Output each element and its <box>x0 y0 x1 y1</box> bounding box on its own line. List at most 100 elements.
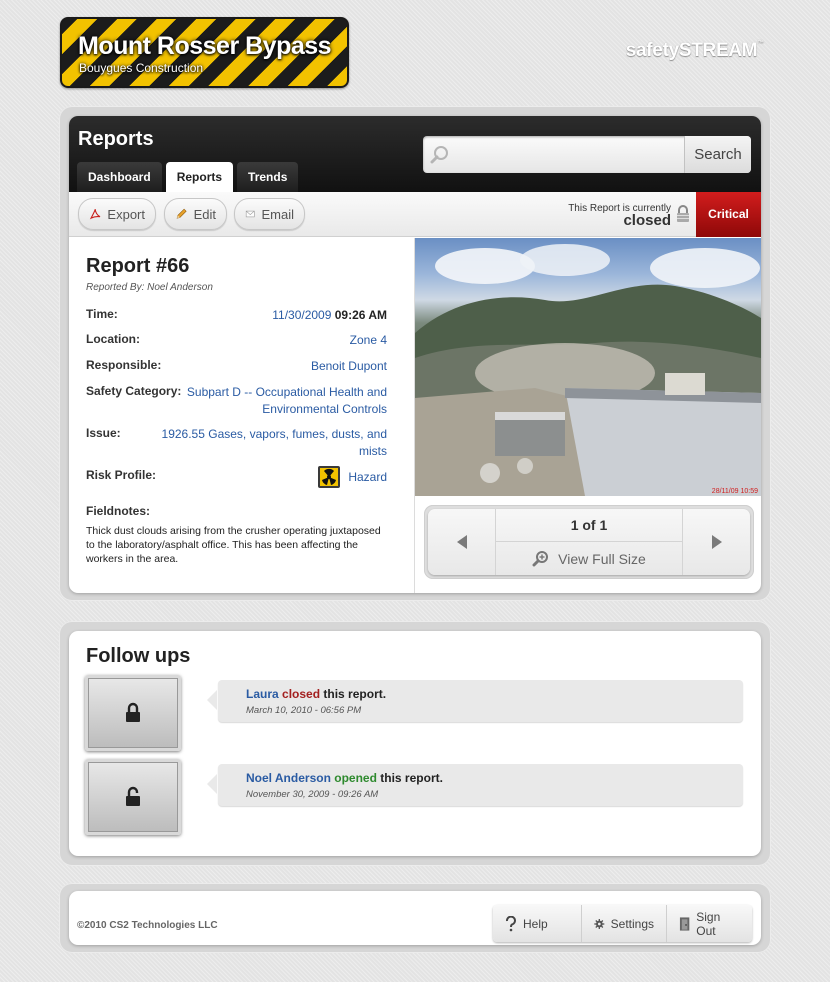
next-photo-button[interactable] <box>682 509 750 575</box>
edit-button[interactable]: Edit <box>164 198 227 230</box>
footer-frame: ©2010 CS2 Technologies LLC Help Settings… <box>59 883 771 953</box>
risk-row: Risk Profile: Hazard <box>86 466 387 494</box>
gear-icon <box>594 918 605 929</box>
report-frame: Reports Dashboard Reports Trends Search <box>59 106 771 601</box>
issue-row: Issue: 1926.55 Gases, vapors, fumes, dus… <box>86 426 387 462</box>
tab-bar: Dashboard Reports Trends <box>77 162 299 192</box>
responsible-link[interactable]: Benoit Dupont <box>311 358 387 375</box>
view-full-size-button[interactable]: View Full Size <box>496 542 682 575</box>
zoom-icon <box>532 550 549 566</box>
risk-value: Hazard <box>318 466 387 488</box>
envelope-icon <box>245 210 255 218</box>
photo-timestamp: 28/11/09 10:59 <box>711 488 758 495</box>
report-panel: Reports Dashboard Reports Trends Search <box>69 116 761 593</box>
fieldnotes-label: Fieldnotes: <box>86 504 151 518</box>
photo-count: 1 of 1 <box>496 509 682 542</box>
app-logo: safetySTREAM™ <box>625 40 765 62</box>
help-icon <box>506 915 516 931</box>
followup-suffix: this report. <box>323 687 387 701</box>
followup-date: November 30, 2009 - 09:26 AM <box>246 789 379 800</box>
followup-user[interactable]: Noel Anderson <box>246 771 331 785</box>
lock-icon <box>677 205 689 222</box>
view-full-size-label: View Full Size <box>558 550 646 567</box>
footer-nav: Help Settings Sign Out <box>493 905 752 942</box>
project-title: Mount Rosser Bypass <box>78 32 332 60</box>
report-status: This Report is currently closed <box>568 203 671 229</box>
report-title: Report #66 <box>86 255 190 277</box>
issue-label: Issue: <box>86 426 121 440</box>
search-icon <box>430 146 448 164</box>
app-logo-text: safetySTREAM <box>625 40 758 61</box>
followup-bubble: Noel Anderson opened this report. Novemb… <box>207 764 743 806</box>
followup-text: Noel Anderson opened this report. <box>246 771 443 785</box>
email-label: Email <box>261 206 294 222</box>
followup-item: Noel Anderson opened this report. Novemb… <box>85 759 743 835</box>
prev-photo-button[interactable] <box>428 509 496 575</box>
tab-reports[interactable]: Reports <box>165 162 234 192</box>
pdf-icon <box>89 209 101 220</box>
footer-panel: ©2010 CS2 Technologies LLC Help Settings… <box>69 891 761 945</box>
pencil-icon <box>176 208 187 219</box>
issue-link[interactable]: 1926.55 Gases, vapors, fumes, dusts, and… <box>151 426 387 460</box>
followups-frame: Follow ups Laura closed this report. Mar… <box>59 621 771 866</box>
report-photo[interactable]: 28/11/09 10:59 <box>415 238 761 496</box>
followup-action: closed <box>282 687 321 701</box>
export-label: Export <box>107 206 145 222</box>
followup-user[interactable]: Laura <box>246 687 279 701</box>
followups-panel: Follow ups Laura closed this report. Mar… <box>69 631 761 856</box>
tab-trends[interactable]: Trends <box>237 162 299 192</box>
report-toolbar: Export Edit Email This Report is current… <box>69 192 761 237</box>
responsible-label: Responsible: <box>86 358 162 372</box>
email-button[interactable]: Email <box>234 198 305 230</box>
sign-out-button[interactable]: Sign Out <box>666 905 752 942</box>
arrow-left-icon <box>456 535 467 549</box>
search-input[interactable] <box>459 142 679 167</box>
search-bar: Search <box>423 136 751 173</box>
search-button[interactable]: Search <box>684 136 751 173</box>
followup-action: opened <box>334 771 377 785</box>
photo-pager: 1 of 1 View Full Size <box>424 505 754 579</box>
project-banner: Mount Rosser Bypass Bouygues Constructio… <box>60 17 349 88</box>
help-label: Help <box>523 916 548 931</box>
followup-date: March 10, 2010 - 06:56 PM <box>246 705 362 716</box>
project-subtitle: Bouygues Construction <box>79 61 204 75</box>
lock-button[interactable] <box>85 675 181 751</box>
settings-button[interactable]: Settings <box>581 905 666 942</box>
app-logo-tm: ™ <box>757 40 764 47</box>
report-header: Reports Dashboard Reports Trends Search <box>69 116 761 192</box>
reported-by: Reported By: Noel Anderson <box>86 282 213 293</box>
report-date: 11/30/2009 <box>272 308 332 322</box>
lock-button[interactable] <box>85 759 181 835</box>
category-row: Safety Category: Subpart D -- Occupation… <box>86 384 387 420</box>
copyright: ©2010 CS2 Technologies LLC <box>77 920 218 931</box>
door-icon <box>679 916 690 931</box>
status-value: closed <box>623 212 671 229</box>
category-link[interactable]: Subpart D -- Occupational Health and Env… <box>181 384 387 418</box>
risk-link[interactable]: Hazard <box>348 469 387 486</box>
edit-label: Edit <box>193 206 216 222</box>
followup-item: Laura closed this report. March 10, 2010… <box>85 675 743 751</box>
lock-open-icon <box>126 786 140 806</box>
lock-closed-icon <box>126 702 140 722</box>
time-value: 11/30/2009 09:26 AM <box>272 307 387 324</box>
responsible-row: Responsible: Benoit Dupont <box>86 358 387 378</box>
risk-label: Risk Profile: <box>86 468 157 482</box>
time-label: Time: <box>86 307 118 321</box>
followup-bubble: Laura closed this report. March 10, 2010… <box>207 680 743 722</box>
sign-out-label: Sign Out <box>696 909 721 938</box>
arrow-right-icon <box>711 535 722 549</box>
hazard-icon <box>318 466 341 488</box>
help-button[interactable]: Help <box>493 905 581 942</box>
fieldnotes-text: Thick dust clouds arising from the crush… <box>86 525 381 565</box>
report-details: Report #66 Reported By: Noel Anderson Ti… <box>69 238 415 593</box>
severity-badge: Critical <box>696 192 761 237</box>
report-time: 09:26 AM <box>334 308 387 322</box>
followup-text: Laura closed this report. <box>246 687 386 701</box>
export-button[interactable]: Export <box>78 198 156 230</box>
tab-dashboard[interactable]: Dashboard <box>77 162 162 192</box>
followup-suffix: this report. <box>380 771 443 785</box>
location-row: Location: Zone 4 <box>86 332 387 352</box>
pager-body: 1 of 1 View Full Size <box>428 509 750 575</box>
location-link[interactable]: Zone 4 <box>350 332 387 349</box>
category-label: Safety Category: <box>86 384 182 398</box>
